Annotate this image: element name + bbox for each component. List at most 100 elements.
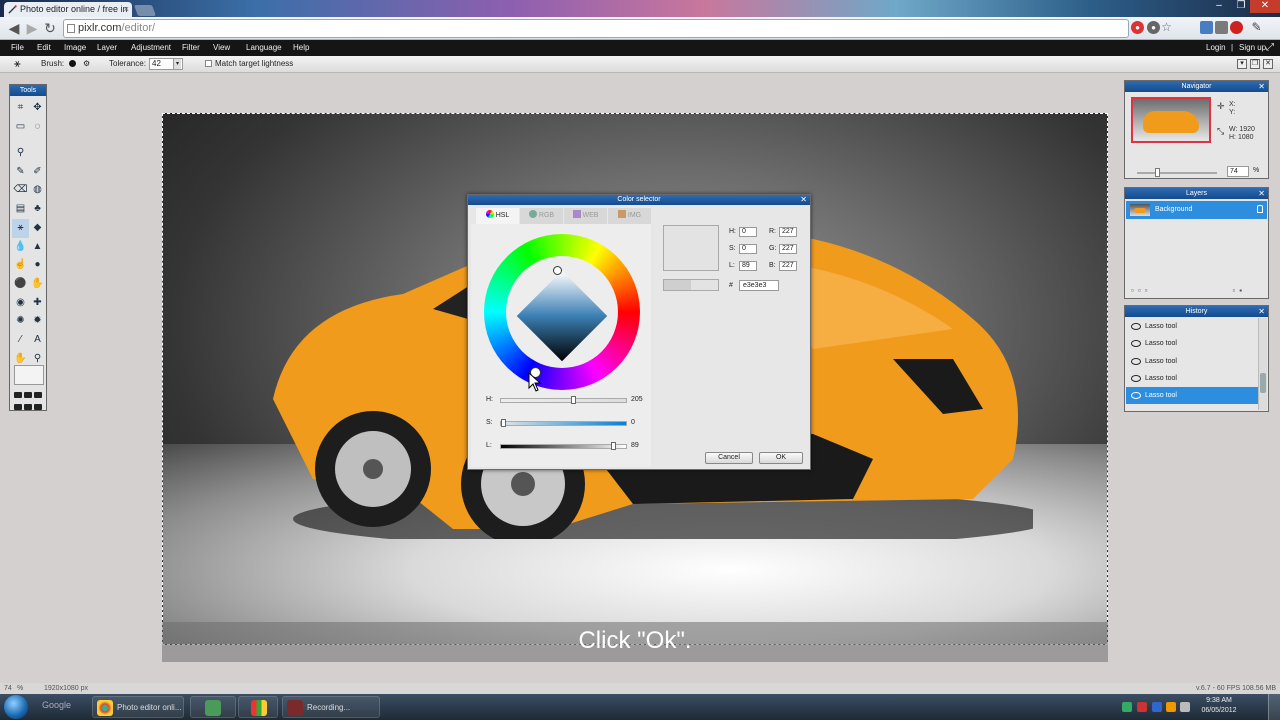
pinch-tool-icon[interactable]: ✹: [29, 312, 46, 331]
taskbar-chart-app[interactable]: [238, 696, 278, 718]
panel-restore-icon[interactable]: ❐: [1250, 59, 1260, 69]
menu-language[interactable]: Language: [246, 40, 282, 56]
hue-wheel[interactable]: [484, 234, 640, 390]
layer-actions[interactable]: ▫▫▫ ▫▪: [1131, 286, 1246, 295]
navigator-thumbnail[interactable]: [1131, 97, 1211, 143]
back-icon[interactable]: ◀: [6, 20, 22, 36]
hex-input[interactable]: e3e3e3: [739, 280, 779, 291]
crop-tool-icon[interactable]: ⌗: [12, 99, 29, 118]
clock[interactable]: 9:38 AM 06/05/2012: [1194, 696, 1244, 716]
color-replace-tool-icon[interactable]: ⚹: [12, 218, 29, 238]
tab-close-icon[interactable]: ×: [124, 2, 129, 17]
sponge-tool-icon[interactable]: ●: [29, 256, 46, 275]
history-close-icon[interactable]: ✕: [1258, 306, 1265, 317]
wand-tool-icon[interactable]: ⚲: [12, 144, 29, 163]
browser-tab[interactable]: Photo editor online / free in ×: [4, 2, 132, 17]
menu-view[interactable]: View: [213, 40, 230, 56]
panel-close-icon[interactable]: ✕: [1263, 59, 1273, 69]
taskbar-recording[interactable]: Recording...: [282, 696, 380, 718]
new-tab-button[interactable]: [133, 5, 157, 16]
forward-icon[interactable]: ▶: [24, 20, 40, 36]
brush-tool-icon[interactable]: ✐: [29, 163, 46, 182]
menu-file[interactable]: File: [11, 40, 24, 56]
history-item[interactable]: Lasso tool: [1126, 335, 1258, 352]
menu-filter[interactable]: Filter: [182, 40, 200, 56]
window-close-button[interactable]: ✕: [1250, 0, 1280, 13]
history-scrollbar[interactable]: [1258, 318, 1267, 410]
login-link[interactable]: Login: [1206, 40, 1226, 56]
s-slider[interactable]: [500, 419, 627, 427]
panel-minimize-icon[interactable]: ▾: [1237, 59, 1247, 69]
zoom-input[interactable]: 74: [1227, 166, 1249, 177]
show-desktop-button[interactable]: [1268, 694, 1280, 720]
field-b-input[interactable]: 227: [779, 261, 797, 271]
star-icon[interactable]: ☆: [1160, 21, 1173, 34]
signup-link[interactable]: Sign up: [1239, 40, 1266, 56]
drawing-tool-icon[interactable]: ◆: [29, 219, 46, 238]
tray-icon[interactable]: [1166, 702, 1176, 712]
bloat-tool-icon[interactable]: ✺: [12, 312, 29, 331]
smudge-tool-icon[interactable]: ☝: [12, 256, 29, 275]
reload-icon[interactable]: ↻: [42, 20, 58, 36]
dodge-tool-icon[interactable]: ⚫: [12, 275, 29, 294]
tray-icon[interactable]: [1122, 702, 1132, 712]
stamp-tool-icon[interactable]: ♣: [29, 200, 46, 219]
menu-help[interactable]: Help: [293, 40, 309, 56]
history-item-active[interactable]: Lasso tool: [1126, 387, 1258, 405]
start-button[interactable]: [4, 695, 28, 719]
tab-hsl[interactable]: HSL: [476, 208, 519, 224]
lock-icon[interactable]: [1257, 205, 1263, 213]
zoom-slider[interactable]: [1137, 168, 1217, 177]
lasso-tool-icon[interactable]: ◌: [29, 118, 46, 137]
adblock-icon[interactable]: ●: [1131, 21, 1144, 34]
view-mode-buttons[interactable]: [13, 390, 45, 410]
brush-options-icon[interactable]: ⚙: [83, 56, 90, 72]
taskbar-chrome[interactable]: Photo editor onli...: [92, 696, 184, 718]
burn-tool-icon[interactable]: ✋: [29, 275, 46, 294]
type-tool-icon[interactable]: A: [29, 331, 46, 350]
location-icon[interactable]: ●: [1147, 21, 1160, 34]
history-scroll-thumb[interactable]: [1260, 373, 1266, 393]
match-lightness-checkbox[interactable]: [205, 60, 212, 67]
volume-icon[interactable]: [1180, 702, 1190, 712]
pencil-tool-icon[interactable]: ✎: [12, 163, 29, 182]
sharpen-tool-icon[interactable]: ▲: [29, 238, 46, 257]
tab-rgb[interactable]: RGB: [520, 208, 563, 224]
h-slider-thumb[interactable]: [571, 396, 576, 404]
window-restore-button[interactable]: ❐: [1230, 0, 1252, 13]
l-slider-thumb[interactable]: [611, 442, 616, 450]
menu-image[interactable]: Image: [64, 40, 86, 56]
gradient-tool-icon[interactable]: ▤: [12, 200, 29, 219]
eraser-tool-icon[interactable]: ⌫: [12, 181, 29, 200]
sl-picker-knob[interactable]: [553, 266, 562, 275]
history-item[interactable]: Lasso tool: [1126, 353, 1258, 370]
tab-img[interactable]: IMG: [608, 208, 651, 224]
cancel-button[interactable]: Cancel: [705, 452, 753, 464]
fullscreen-icon[interactable]: ⤢: [1266, 40, 1274, 56]
taskbar-app[interactable]: [190, 696, 236, 718]
spot-heal-tool-icon[interactable]: ✚: [29, 294, 46, 313]
layer-row[interactable]: Background: [1126, 201, 1267, 219]
zoom-slider-thumb[interactable]: [1155, 168, 1160, 177]
l-slider[interactable]: [500, 442, 627, 450]
s-slider-thumb[interactable]: [501, 419, 506, 427]
window-minimize-button[interactable]: –: [1208, 0, 1230, 13]
extension2-icon[interactable]: [1215, 21, 1228, 34]
tab-web[interactable]: WEB: [564, 208, 607, 224]
wrench-icon[interactable]: ✎: [1250, 21, 1263, 34]
ok-button[interactable]: OK: [759, 452, 803, 464]
color-swatch[interactable]: [14, 365, 44, 385]
history-item[interactable]: Lasso tool: [1126, 370, 1258, 387]
field-r-input[interactable]: 227: [779, 227, 797, 237]
history-item[interactable]: Lasso tool: [1126, 318, 1258, 335]
brush-size-icon[interactable]: [69, 60, 76, 67]
blur-tool-icon[interactable]: 💧: [12, 238, 29, 257]
tolerance-input[interactable]: 42 ▾: [149, 58, 183, 70]
chevron-down-icon[interactable]: ▾: [173, 59, 181, 69]
tray-icon[interactable]: [1152, 702, 1162, 712]
field-g-input[interactable]: 227: [779, 244, 797, 254]
address-bar[interactable]: pixlr.com/editor/: [63, 19, 1129, 38]
dialog-close-icon[interactable]: ✕: [800, 195, 807, 205]
menu-layer[interactable]: Layer: [97, 40, 117, 56]
field-h-input[interactable]: 0: [739, 227, 757, 237]
